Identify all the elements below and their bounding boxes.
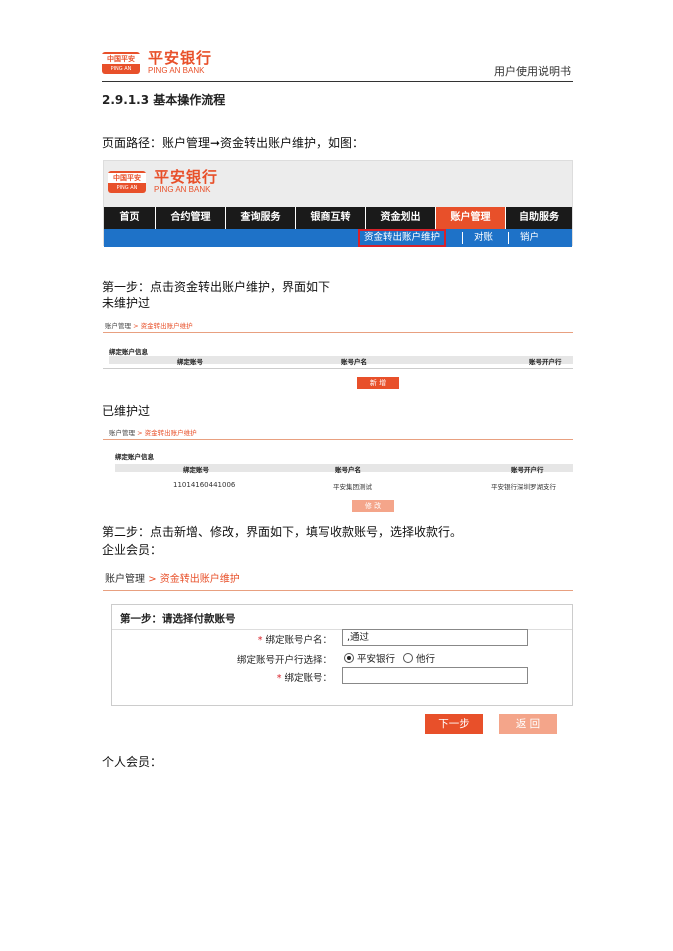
logo-english-name: PING AN BANK bbox=[148, 66, 205, 75]
breadcrumb: 账户管理 > 资金转出账户维护 bbox=[105, 570, 240, 585]
menu-query[interactable]: 查询服务 bbox=[226, 207, 296, 229]
logo-english-name: PING AN BANK bbox=[154, 185, 211, 194]
binding-form-screenshot: 账户管理 > 资金转出账户维护 第一步：请选择付款账号 * 绑定账号户名： ,通… bbox=[103, 570, 573, 740]
document-header: 中国平安 PING AN 平安银行 PING AN BANK 用户使用说明书 bbox=[102, 50, 573, 82]
account-name-row: * 绑定账号户名： ,通过 bbox=[112, 629, 572, 647]
breadcrumb-separator: > bbox=[133, 322, 139, 330]
col-account-name: 账号户名 bbox=[341, 358, 367, 366]
breadcrumb-separator: > bbox=[148, 574, 157, 585]
required-mark: * bbox=[257, 635, 263, 646]
cell-account: 11014160441006 bbox=[173, 481, 236, 489]
breadcrumb: 账户管理 > 资金转出账户维护 bbox=[109, 427, 197, 437]
add-button[interactable]: 新 增 bbox=[357, 377, 399, 389]
account-no-row: * 绑定账号： bbox=[112, 667, 572, 685]
other-bank-radio[interactable] bbox=[403, 653, 414, 663]
pingan-logo: 中国平安 PING AN 平安银行 PING AN BANK bbox=[102, 50, 212, 75]
pingan-seal-icon: 中国平安 PING AN bbox=[102, 51, 140, 74]
menu-contract[interactable]: 合约管理 bbox=[156, 207, 226, 229]
corporate-member-text: 企业会员： bbox=[102, 543, 163, 557]
manual-title: 用户使用说明书 bbox=[494, 65, 571, 78]
col-bank: 账号开户行 bbox=[529, 358, 562, 366]
col-bank: 账号开户行 bbox=[511, 466, 544, 474]
pingan-seal-icon: 中国平安 PING AN bbox=[108, 170, 146, 193]
menu-self-service[interactable]: 自助服务 bbox=[506, 207, 572, 229]
modify-button[interactable]: 修 改 bbox=[352, 500, 394, 512]
breadcrumb-root[interactable]: 账户管理 bbox=[109, 429, 135, 437]
back-button[interactable]: 返 回 bbox=[499, 714, 557, 734]
next-step-button[interactable]: 下一步 bbox=[425, 714, 483, 734]
divider bbox=[103, 439, 573, 440]
menu-withdraw[interactable]: 资金划出 bbox=[366, 207, 436, 229]
col-account-name: 账号户名 bbox=[335, 466, 361, 474]
main-menu: 首页 合约管理 查询服务 银商互转 资金划出 账户管理 自助服务 bbox=[104, 207, 572, 229]
pingan-bank-option-label: 平安银行 bbox=[357, 654, 396, 665]
personal-member-text: 个人会员： bbox=[102, 755, 163, 769]
divider bbox=[103, 368, 573, 369]
bank-select-row: 绑定账号开户行选择： 平安银行 他行 bbox=[112, 649, 572, 667]
table-header: 绑定账号 账号户名 账号开户行 bbox=[109, 356, 573, 366]
account-no-label: * 绑定账号： bbox=[277, 670, 332, 684]
menu-home[interactable]: 首页 bbox=[104, 207, 156, 229]
banner-logo: 中国平安 PING AN 平安银行 PING AN BANK bbox=[108, 169, 218, 194]
account-name-label-text: 绑定账号户名： bbox=[265, 635, 332, 646]
submenu-divider bbox=[508, 232, 509, 244]
page-path-text: 页面路径：账户管理➞资金转出账户维护，如图： bbox=[102, 136, 365, 150]
menu-account[interactable]: 账户管理 bbox=[436, 207, 506, 229]
step1-text: 第一步：点击资金转出账户维护，界面如下 bbox=[102, 280, 331, 294]
col-account: 绑定账号 bbox=[183, 466, 209, 474]
other-bank-option-label: 他行 bbox=[416, 654, 436, 665]
section-label: 绑定账户信息 bbox=[109, 348, 148, 356]
breadcrumb-root[interactable]: 账户管理 bbox=[105, 574, 145, 585]
breadcrumb-current: 资金转出账户维护 bbox=[140, 322, 193, 330]
seal-bottom-text: PING AN bbox=[116, 184, 138, 191]
logo-chinese-name: 平安银行 bbox=[154, 168, 219, 186]
breadcrumb-root[interactable]: 账户管理 bbox=[105, 322, 131, 330]
divider bbox=[103, 332, 573, 333]
cell-account-name: 平安集团测试 bbox=[333, 483, 372, 491]
seal-bottom-text: PING AN bbox=[110, 65, 132, 72]
section-label: 绑定账户信息 bbox=[115, 453, 154, 461]
sub-menu: 资金转出账户维护 对账 销户 bbox=[104, 229, 572, 247]
submenu-withdraw-account[interactable]: 资金转出账户维护 bbox=[358, 229, 447, 247]
section-title: 2.9.1.3 基本操作流程 bbox=[102, 93, 226, 107]
divider bbox=[103, 590, 573, 591]
breadcrumb-separator: > bbox=[137, 429, 143, 437]
menu-transfer[interactable]: 银商互转 bbox=[296, 207, 366, 229]
cell-bank: 平安银行深圳罗湖支行 bbox=[491, 483, 556, 491]
submenu-close-account[interactable]: 销户 bbox=[520, 229, 539, 247]
breadcrumb: 账户管理 > 资金转出账户维护 bbox=[105, 320, 193, 330]
account-name-input[interactable]: ,通过 bbox=[342, 629, 528, 646]
bank-banner-screenshot: 中国平安 PING AN 平安银行 PING AN BANK 首页 合约管理 查… bbox=[103, 160, 573, 247]
logo-chinese-name: 平安银行 bbox=[148, 49, 213, 67]
pingan-bank-radio[interactable] bbox=[344, 653, 354, 663]
submenu-divider bbox=[462, 232, 463, 244]
bank-select-label: 绑定账号开户行选择： bbox=[236, 655, 332, 666]
table-row: 11014160441006 平安集团测试 平安银行深圳罗湖支行 bbox=[115, 481, 573, 491]
submenu-reconcile[interactable]: 对账 bbox=[474, 229, 493, 247]
unmaintained-screenshot: 账户管理 > 资金转出账户维护 绑定账户信息 绑定账号 账号户名 账号开户行 新… bbox=[103, 320, 573, 392]
seal-top-text: 中国平安 bbox=[108, 172, 146, 183]
form-panel: 第一步：请选择付款账号 * 绑定账号户名： ,通过 绑定账号开户行选择： 平安银… bbox=[111, 604, 573, 706]
step2-text: 第二步：点击新增、修改，界面如下，填写收款账号，选择收款行。 bbox=[102, 525, 463, 539]
seal-top-text: 中国平安 bbox=[102, 53, 140, 64]
form-step-title: 第一步：请选择付款账号 bbox=[120, 613, 236, 625]
breadcrumb-current: 资金转出账户维护 bbox=[144, 429, 197, 437]
account-no-input[interactable] bbox=[342, 667, 528, 684]
bank-radio-group: 平安银行 他行 bbox=[344, 651, 435, 665]
account-no-label-text: 绑定账号： bbox=[284, 673, 332, 684]
account-name-label: * 绑定账号户名： bbox=[258, 632, 332, 646]
table-header: 绑定账号 账号户名 账号开户行 bbox=[115, 464, 573, 474]
maintained-text: 已维护过 bbox=[102, 404, 151, 418]
not-maintained-text: 未维护过 bbox=[102, 296, 151, 310]
breadcrumb-current: 资金转出账户维护 bbox=[159, 574, 240, 585]
maintained-screenshot: 账户管理 > 资金转出账户维护 绑定账户信息 绑定账号 账号户名 账号开户行 1… bbox=[103, 427, 573, 515]
required-mark: * bbox=[276, 673, 282, 684]
col-account: 绑定账号 bbox=[177, 358, 203, 366]
